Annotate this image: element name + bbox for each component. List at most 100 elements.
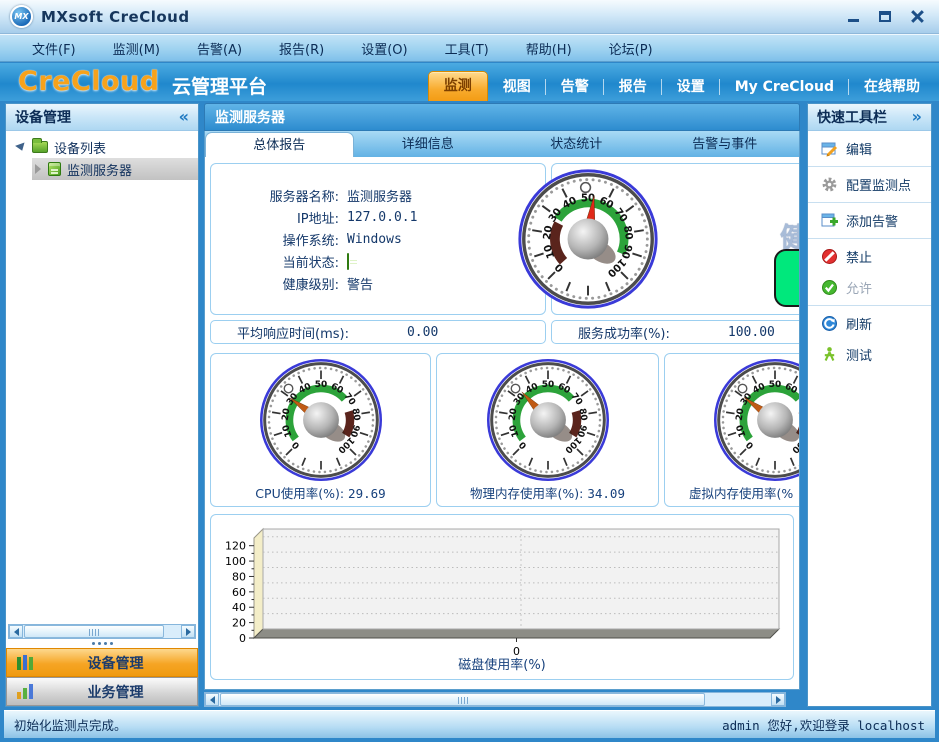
main-header: 监测服务器: [204, 103, 800, 131]
menu-help[interactable]: 帮助(H): [526, 39, 572, 58]
minimize-icon: [848, 19, 859, 22]
nav-settings[interactable]: 设置: [662, 73, 720, 101]
tree-item-monitor-server[interactable]: 监测服务器: [32, 158, 198, 180]
nav-alerts[interactable]: 告警: [546, 73, 604, 101]
service-success-stat: 服务成功率(%): 100.00: [551, 320, 800, 344]
svg-text:80: 80: [621, 225, 634, 241]
toolbar-item-configure-monitor[interactable]: 配置监测点: [808, 169, 931, 200]
brand-bar: CreCloud 云管理平台 监测 视图 告警 报告 设置 My CreClou…: [0, 63, 939, 101]
toolbar-item-label: 禁止: [846, 247, 872, 266]
sidebar-horizontal-scrollbar[interactable]: [8, 624, 196, 639]
menu-monitor[interactable]: 监测(M): [113, 39, 160, 58]
svg-text:20: 20: [735, 408, 747, 422]
refresh-icon: [821, 315, 838, 332]
device-panel-header: 设备管理 «: [6, 104, 198, 131]
collapse-panel-icon[interactable]: «: [179, 109, 189, 125]
maximize-icon: [879, 11, 891, 22]
avg-response-stat: 平均响应时间(ms): 0.00: [210, 320, 546, 344]
menu-file[interactable]: 文件(F): [32, 39, 76, 58]
health-level-label: 健康级别:: [211, 274, 339, 293]
maximize-button[interactable]: [877, 9, 893, 25]
main-horizontal-scrollbar[interactable]: [204, 692, 786, 707]
sidebar-tab-label: 设备管理: [34, 653, 197, 673]
nav-mycrecloud[interactable]: My CreCloud: [720, 73, 849, 101]
logo-text: MX: [14, 12, 28, 21]
toolbar-item-allow[interactable]: 允许: [808, 272, 931, 303]
tab-overall-report[interactable]: 总体报告: [205, 132, 354, 157]
tab-status-statistics[interactable]: 状态统计: [502, 132, 651, 157]
allow-check-icon: [821, 279, 838, 296]
menu-forum[interactable]: 论坛(P): [609, 39, 653, 58]
disk-chart: 0204060801001200: [213, 521, 789, 661]
folder-icon: [32, 141, 48, 153]
tree-collapsed-caret-icon[interactable]: [35, 164, 41, 174]
scroll-left-arrow[interactable]: [9, 625, 23, 638]
scrollbar-thumb[interactable]: [220, 693, 705, 706]
menu-settings[interactable]: 设置(O): [361, 39, 407, 58]
menu-alert[interactable]: 告警(A): [197, 39, 242, 58]
menu-tools[interactable]: 工具(T): [445, 39, 489, 58]
close-icon: [911, 10, 924, 23]
health-gauge-panel: 0102030405060708090100 健: [551, 163, 800, 315]
nav-reports[interactable]: 报告: [604, 73, 662, 101]
device-management-panel: 设备管理 « 设备列表 监测服务器 设备管理 业务管理: [5, 103, 199, 707]
svg-text:20: 20: [280, 408, 292, 422]
physical-memory-gauge-label: 物理内存使用率(%):: [470, 486, 583, 501]
minimize-button[interactable]: [845, 9, 861, 25]
scroll-left-arrow[interactable]: [205, 693, 219, 706]
edit-icon: [821, 140, 838, 157]
nav-views[interactable]: 视图: [488, 73, 546, 101]
chart-x-axis-label: 磁盘使用率(%): [211, 654, 793, 673]
svg-text:0: 0: [239, 632, 246, 645]
scroll-right-arrow[interactable]: [181, 625, 195, 638]
close-button[interactable]: [909, 9, 925, 25]
physical-memory-gauge: 0102030405060708090100: [484, 356, 612, 484]
toolbar-item-add-alert[interactable]: 添加告警: [808, 205, 931, 236]
toolbar-item-edit[interactable]: 编辑: [808, 133, 931, 164]
sidebar-tab-device-management[interactable]: 设备管理: [6, 648, 198, 677]
health-status-box: [774, 249, 800, 307]
test-person-icon: [821, 346, 838, 363]
disk-usage-chart-panel: 0204060801001200 磁盘使用率(%): [210, 514, 794, 680]
sidebar-tab-business-management[interactable]: 业务管理: [6, 677, 198, 706]
block-icon: [821, 248, 838, 265]
status-label: 当前状态:: [211, 252, 339, 271]
svg-text:50: 50: [314, 380, 326, 390]
server-name-label: 服务器名称:: [211, 186, 339, 205]
tab-alerts-events[interactable]: 告警与事件: [651, 132, 800, 157]
device-tree: 设备列表 监测服务器: [6, 136, 198, 180]
ip-value: 127.0.0.1: [347, 210, 417, 225]
toolbar-item-label: 编辑: [846, 139, 872, 158]
tab-detail-info[interactable]: 详细信息: [354, 132, 503, 157]
scrollbar-thumb[interactable]: [24, 625, 164, 638]
svg-text:20: 20: [542, 225, 555, 241]
menu-report[interactable]: 报告(R): [279, 39, 324, 58]
nav-monitor[interactable]: 监测: [428, 71, 488, 101]
splitter-grip[interactable]: [6, 639, 198, 648]
server-info-panel: 服务器名称:监测服务器 IP地址:127.0.0.1 操作系统:Windows …: [210, 163, 546, 315]
svg-text:20: 20: [507, 408, 519, 422]
svg-text:120: 120: [225, 540, 246, 553]
server-name-value: 监测服务器: [347, 186, 412, 205]
cpu-gauge-value: 29.69: [348, 486, 386, 501]
virtual-memory-gauge-panel: 0102030405060708090100 虚拟内存使用率(%: [664, 353, 800, 507]
toolbar-item-label: 测试: [846, 345, 872, 364]
status-server-icon: [347, 253, 349, 270]
menu-bar: 文件(F) 监测(M) 告警(A) 报告(R) 设置(O) 工具(T) 帮助(H…: [0, 34, 939, 62]
toolbar-item-refresh[interactable]: 刷新: [808, 308, 931, 339]
avg-response-value: 0.00: [407, 325, 438, 340]
expand-panel-icon[interactable]: »: [912, 109, 922, 125]
toolbar-item-label: 添加告警: [846, 211, 898, 230]
brand-subtitle: 云管理平台: [172, 72, 267, 99]
toolbar-item-test[interactable]: 测试: [808, 339, 931, 370]
nav-online-help[interactable]: 在线帮助: [849, 73, 935, 101]
tree-expanded-caret-icon[interactable]: [15, 142, 27, 152]
sidebar-tab-label: 业务管理: [34, 682, 197, 702]
scroll-right-arrow[interactable]: [771, 693, 785, 706]
toolbar-item-label: 允许: [846, 278, 872, 297]
cpu-gauge-label: CPU使用率(%):: [255, 486, 344, 501]
svg-text:50: 50: [769, 380, 781, 390]
tree-item-device-list[interactable]: 设备列表: [6, 136, 198, 158]
devices-icon: [17, 655, 34, 670]
toolbar-item-disable[interactable]: 禁止: [808, 241, 931, 272]
